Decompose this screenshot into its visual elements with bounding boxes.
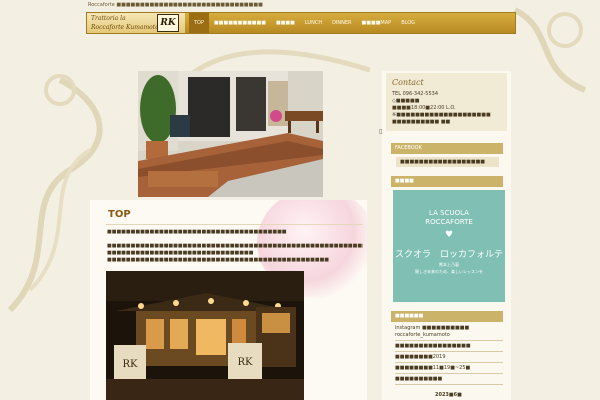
sidebar-marker-icon: ▯	[379, 128, 383, 135]
facebook-heading: FACEBOOK	[391, 143, 503, 154]
intro-paragraph-2: ■■■■■■■■■■■■■■■■■■■■■■■■■■■■■■■■■■■■■■■■…	[107, 243, 363, 249]
calendar-month: 2023■6■	[435, 392, 462, 398]
site-header: Trattoria la Roccaforte Kumamoto RK TOP …	[86, 12, 516, 34]
page-title: TOP	[108, 209, 131, 220]
intro-paragraph-4: ■■■■■■■■■■■■■■■■■■■■■■■■■■■■■■■■■■■■■■■■…	[107, 257, 330, 263]
nav-blog[interactable]: BLOG	[396, 13, 420, 33]
contact-tel[interactable]: TEL 096-342-5534	[392, 91, 438, 97]
title-divider	[106, 224, 363, 225]
nav-lunch[interactable]: LUNCH	[300, 13, 327, 33]
logo-line2: Roccaforte Kumamoto	[91, 24, 159, 31]
night-exterior-photo: RK RK	[106, 271, 304, 400]
lesson-title-jp: スクオラ ロッカフォルテ	[394, 250, 503, 260]
storefront-photo	[138, 71, 323, 197]
background-swirl-right	[513, 7, 587, 93]
lesson-tagline: 懐しき未来のため、楽しいレッスンを	[415, 269, 483, 274]
intro-paragraph-3: ■■■■■■■■■■■■■■■■■■■■■■■■■■■■■■■	[107, 250, 254, 256]
logo-mark-icon: RK	[157, 14, 179, 32]
svg-text:RK: RK	[123, 359, 139, 370]
recent-item-3[interactable]: ■■■■■■■■2019	[395, 353, 503, 363]
nav-top[interactable]: TOP	[189, 13, 210, 33]
site-logo[interactable]: Trattoria la Roccaforte Kumamoto RK	[87, 13, 185, 33]
lesson-heading: ■■■■	[391, 176, 503, 187]
lesson-location: 熊本上乃裏	[439, 262, 459, 267]
recent-item-1b[interactable]: roccaforte_kumamoto	[395, 331, 503, 341]
recent-item-2[interactable]: ■■■■■■■■■■■■■■■■	[395, 342, 503, 352]
lesson-title-1: LA SCUOLA	[429, 209, 469, 217]
contact-hours: ■■■■18:00■22:00 L.O.	[392, 105, 456, 111]
svg-text:RK: RK	[238, 357, 254, 368]
contact-line-5: ■■■■■■■■■■ ■■	[392, 119, 451, 125]
heart-icon: ♥	[444, 230, 454, 240]
contact-note: ※■■■■■■■■■■■■■■■■■■■■	[392, 112, 491, 118]
main-nav: TOP ■■■■■■■■■■■ ■■■■ LUNCH DINNER ■■■■MA…	[189, 13, 420, 33]
intro-paragraph-1: ■■■■■■■■■■■■■■■■■■■■■■■■■■■■■■■■■■■■■■	[107, 229, 287, 235]
nav-dinner[interactable]: DINNER	[327, 13, 356, 33]
contact-heading: Contact	[392, 78, 424, 87]
logo-line1: Trattoria la	[91, 15, 126, 22]
lesson-banner[interactable]: LA SCUOLA ROCCAFORTE ♥ スクオラ ロッカフォルテ 熊本上乃…	[393, 190, 505, 302]
nav-about[interactable]: ■■■■■■■■■■■	[209, 13, 271, 33]
recent-item-4[interactable]: ■■■■■■■■11■19■~25■	[395, 364, 503, 374]
nav-map[interactable]: ■■■■MAP	[357, 13, 397, 33]
nav-menu[interactable]: ■■■■	[271, 13, 300, 33]
facebook-link[interactable]: ■■■■■■■■■■■■■■■■■■	[396, 157, 499, 167]
top-tagline: Roccaforte ■■■■■■■■■■■■■■■■■■■■■■■■■■■■■…	[88, 2, 263, 8]
recent-heading: ■■■■■■	[391, 311, 503, 322]
recent-item-5[interactable]: ■■■■■■■■■■	[395, 375, 503, 385]
contact-line-2: ◇■■■■■	[392, 98, 420, 104]
lesson-title-2: ROCCAFORTE	[425, 218, 473, 226]
